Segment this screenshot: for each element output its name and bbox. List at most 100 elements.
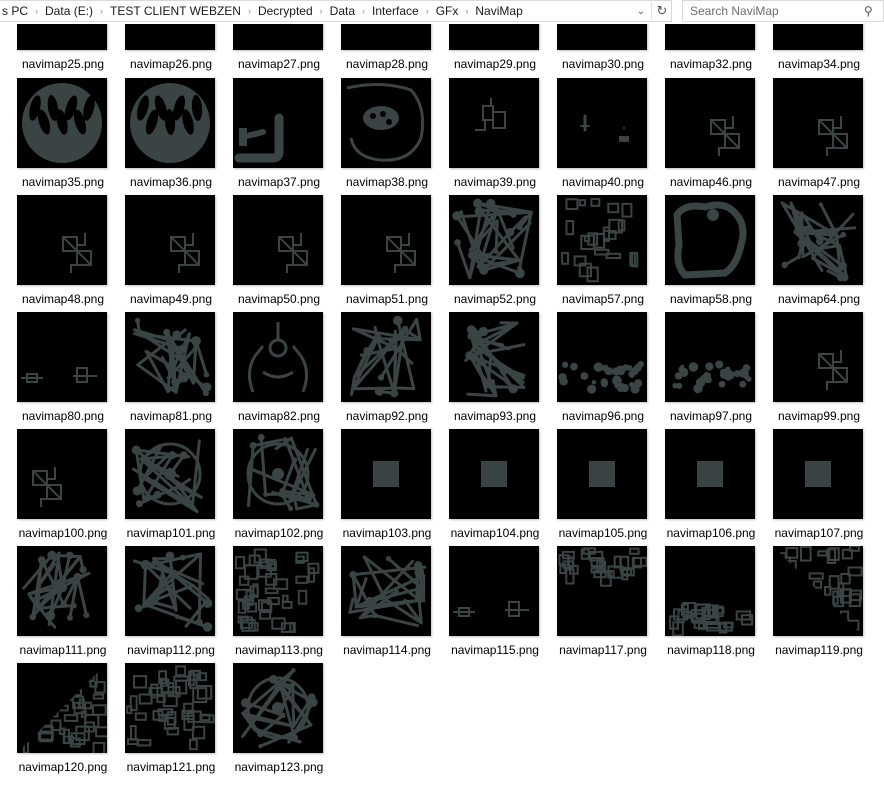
file-name-label[interactable]: navimap99.png — [760, 409, 878, 423]
file-item[interactable]: navimap120.png — [4, 24, 108, 774]
file-thumbnail[interactable] — [557, 312, 647, 402]
file-thumbnail[interactable] — [449, 312, 539, 402]
file-item[interactable]: navimap119.png — [760, 24, 864, 657]
file-name-label[interactable]: navimap117.png — [544, 643, 662, 657]
file-name-label[interactable]: navimap92.png — [328, 409, 446, 423]
file-name-label[interactable]: navimap64.png — [760, 292, 878, 306]
file-name-label[interactable]: navimap52.png — [436, 292, 554, 306]
file-thumbnail[interactable] — [125, 663, 215, 753]
breadcrumb-separator-icon[interactable]: › — [359, 6, 368, 16]
breadcrumb-item[interactable]: Decrypted — [254, 4, 317, 18]
search-icon[interactable]: ⚲ — [864, 4, 873, 18]
file-thumbnail[interactable] — [449, 429, 539, 519]
file-name-label[interactable]: navimap115.png — [436, 643, 554, 657]
file-thumbnail[interactable] — [17, 195, 107, 285]
file-name-label[interactable]: navimap104.png — [436, 526, 554, 540]
file-name-label[interactable]: navimap51.png — [328, 292, 446, 306]
file-thumbnail[interactable] — [665, 429, 755, 519]
file-name-label[interactable]: navimap80.png — [4, 409, 122, 423]
file-thumbnail[interactable] — [341, 312, 431, 402]
address-bar[interactable]: s PC › Data (E:) › TEST CLIENT WEBZEN › Decryp… — [0, 0, 672, 22]
file-name-label[interactable]: navimap82.png — [220, 409, 338, 423]
file-thumbnail[interactable] — [341, 546, 431, 636]
breadcrumb-separator-icon[interactable]: › — [97, 6, 106, 16]
file-thumbnail[interactable] — [233, 312, 323, 402]
file-thumbnail[interactable] — [773, 546, 863, 636]
file-name-label[interactable]: navimap113.png — [220, 643, 338, 657]
breadcrumb-item[interactable]: GFx — [432, 4, 463, 18]
file-thumbnail[interactable] — [233, 546, 323, 636]
file-thumbnail[interactable] — [773, 312, 863, 402]
file-thumbnail[interactable] — [557, 195, 647, 285]
file-thumbnail[interactable] — [125, 195, 215, 285]
file-item[interactable]: navimap123.png — [220, 24, 324, 774]
file-name-label[interactable]: navimap107.png — [760, 526, 878, 540]
file-name-label[interactable]: navimap35.png — [4, 175, 122, 189]
file-name-label[interactable]: navimap37.png — [220, 175, 338, 189]
file-name-label[interactable]: navimap47.png — [760, 175, 878, 189]
file-name-label[interactable]: navimap123.png — [220, 760, 338, 774]
file-thumbnail[interactable] — [17, 663, 107, 753]
file-item[interactable]: navimap118.png — [652, 24, 756, 657]
breadcrumb-item[interactable]: TEST CLIENT WEBZEN — [106, 4, 245, 18]
breadcrumb-separator-icon[interactable]: › — [245, 6, 254, 16]
file-thumbnail[interactable] — [233, 429, 323, 519]
file-thumbnail[interactable] — [665, 546, 755, 636]
breadcrumb-separator-icon[interactable]: › — [317, 6, 326, 16]
file-thumbnail[interactable] — [17, 546, 107, 636]
file-name-label[interactable]: navimap57.png — [544, 292, 662, 306]
file-name-label[interactable]: navimap119.png — [760, 643, 878, 657]
file-name-label[interactable]: navimap102.png — [220, 526, 338, 540]
breadcrumb-separator-icon[interactable]: › — [423, 6, 432, 16]
file-item[interactable]: navimap115.png — [436, 24, 540, 657]
file-thumbnail[interactable] — [665, 195, 755, 285]
file-name-label[interactable]: navimap36.png — [112, 175, 230, 189]
file-name-label[interactable]: navimap48.png — [4, 292, 122, 306]
file-name-label[interactable]: navimap97.png — [652, 409, 770, 423]
file-name-label[interactable]: navimap105.png — [544, 526, 662, 540]
file-thumbnail[interactable] — [341, 195, 431, 285]
refresh-icon[interactable]: ↻ — [651, 2, 672, 20]
breadcrumb-separator-icon[interactable]: › — [462, 6, 471, 16]
file-name-label[interactable]: navimap121.png — [112, 760, 230, 774]
file-thumbnail[interactable] — [341, 429, 431, 519]
breadcrumb-separator-icon[interactable]: › — [32, 6, 41, 16]
file-name-label[interactable]: navimap114.png — [328, 643, 446, 657]
breadcrumb-item[interactable]: Data — [326, 4, 359, 18]
file-item[interactable]: navimap121.png — [112, 24, 216, 774]
chevron-down-icon[interactable]: ⌄ — [632, 2, 650, 20]
search-box[interactable]: ⚲ — [682, 0, 884, 22]
file-thumbnail[interactable] — [557, 429, 647, 519]
file-thumbnail[interactable] — [449, 546, 539, 636]
file-thumbnail[interactable] — [17, 312, 107, 402]
file-name-label[interactable]: navimap96.png — [544, 409, 662, 423]
file-name-label[interactable]: navimap93.png — [436, 409, 554, 423]
file-thumbnail[interactable] — [125, 546, 215, 636]
file-name-label[interactable]: navimap118.png — [652, 643, 770, 657]
search-input[interactable] — [683, 3, 862, 19]
file-thumbnail[interactable] — [773, 429, 863, 519]
file-name-label[interactable]: navimap101.png — [112, 526, 230, 540]
file-name-label[interactable]: navimap58.png — [652, 292, 770, 306]
file-name-label[interactable]: navimap120.png — [4, 760, 122, 774]
file-name-label[interactable]: navimap106.png — [652, 526, 770, 540]
file-name-label[interactable]: navimap103.png — [328, 526, 446, 540]
file-thumbnail[interactable] — [233, 195, 323, 285]
file-thumbnail[interactable] — [449, 195, 539, 285]
file-thumbnail[interactable] — [125, 312, 215, 402]
file-thumbnail[interactable] — [125, 429, 215, 519]
file-name-label[interactable]: navimap38.png — [328, 175, 446, 189]
file-name-label[interactable]: navimap111.png — [4, 643, 122, 657]
file-thumbnail[interactable] — [557, 546, 647, 636]
file-name-label[interactable]: navimap100.png — [4, 526, 122, 540]
file-name-label[interactable]: navimap81.png — [112, 409, 230, 423]
breadcrumb-item[interactable]: NaviMap — [471, 4, 526, 18]
file-thumbnail[interactable] — [233, 663, 323, 753]
breadcrumb-item[interactable]: Data (E:) — [41, 4, 97, 18]
file-item[interactable]: navimap114.png — [328, 24, 432, 657]
file-name-label[interactable]: navimap40.png — [544, 175, 662, 189]
breadcrumb-item[interactable]: s PC — [0, 4, 32, 18]
file-name-label[interactable]: navimap50.png — [220, 292, 338, 306]
file-name-label[interactable]: navimap49.png — [112, 292, 230, 306]
file-name-label[interactable]: navimap46.png — [652, 175, 770, 189]
